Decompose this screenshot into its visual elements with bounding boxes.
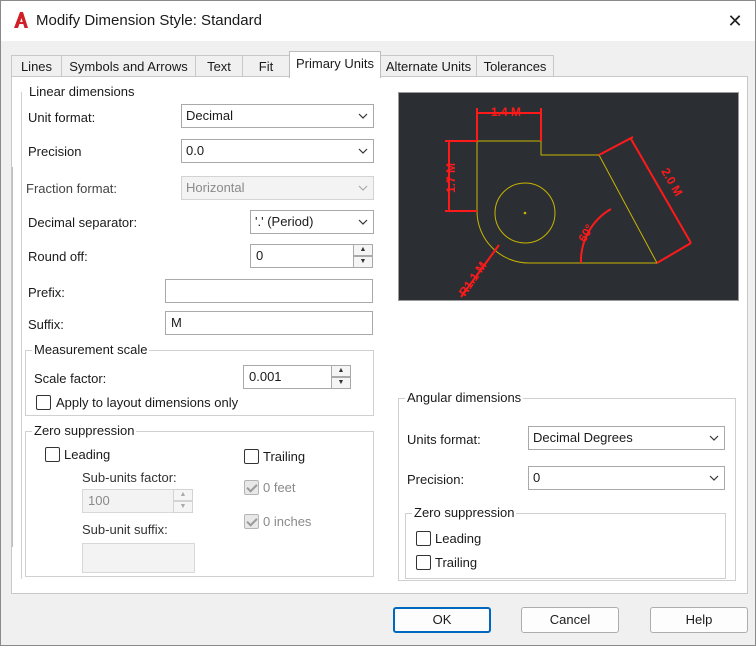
close-button[interactable]: ✕: [717, 7, 753, 35]
preview-dim-radius: R1.1 M: [456, 259, 490, 299]
tab-fit[interactable]: Fit: [242, 55, 290, 77]
trailing-checkbox[interactable]: [244, 449, 259, 464]
dimension-preview: 1.4 M 1.7 M 2.0 M 60° R1.1 M: [398, 92, 739, 301]
leading-label: Leading: [64, 447, 111, 462]
apply-layout-checkbox[interactable]: [36, 395, 51, 410]
leading-checkbox[interactable]: [45, 447, 60, 462]
angular-trailing-checkbox[interactable]: [416, 555, 431, 570]
angular-leading-checkbox[interactable]: [416, 531, 431, 546]
zero-suppression-angular-title: Zero suppression: [412, 505, 517, 520]
spin-up-icon: ▲: [173, 489, 193, 501]
suffix-label: Suffix:: [28, 317, 64, 332]
subunits-factor-input: 100: [82, 489, 174, 513]
trailing-label: Trailing: [263, 449, 306, 464]
spin-up-icon[interactable]: ▲: [353, 244, 373, 256]
chevron-down-icon: [358, 185, 368, 191]
measurement-scale-title: Measurement scale: [32, 342, 150, 357]
decimal-separator-value: '.' (Period): [255, 214, 314, 229]
zero-inches-checkbox: [244, 514, 259, 529]
round-off-spinner[interactable]: ▲ ▼: [353, 244, 373, 268]
precision-value: 0.0: [186, 143, 205, 158]
unit-format-label: Unit format:: [28, 110, 96, 125]
tab-text[interactable]: Text: [195, 55, 243, 77]
chevron-down-icon: [358, 219, 368, 225]
precision-select[interactable]: 0.0: [181, 139, 374, 163]
help-button[interactable]: Help: [650, 607, 748, 633]
unit-format-select[interactable]: Decimal: [181, 104, 374, 128]
fraction-format-label: Fraction format:: [26, 181, 118, 196]
zero-suppression-linear-title: Zero suppression: [32, 423, 137, 438]
autocad-logo-icon: [14, 12, 28, 28]
linear-dimensions-title: Linear dimensions: [27, 84, 137, 99]
zero-feet-label: 0 feet: [263, 480, 296, 495]
angular-precision-select[interactable]: 0: [528, 466, 725, 490]
chevron-down-icon: [709, 435, 719, 441]
suffix-input[interactable]: M: [165, 311, 373, 335]
window-title: Modify Dimension Style: Standard: [36, 12, 262, 29]
angular-leading-label: Leading: [435, 531, 482, 546]
round-off-label: Round off:: [28, 249, 88, 264]
chevron-down-icon: [358, 148, 368, 154]
panel-left-edge: [12, 167, 15, 547]
suffix-value: M: [171, 315, 182, 330]
cancel-button[interactable]: Cancel: [521, 607, 619, 633]
scale-factor-label: Scale factor:: [34, 371, 107, 386]
fraction-format-value: Horizontal: [186, 180, 245, 195]
apply-layout-label: Apply to layout dimensions only: [56, 395, 239, 410]
scale-factor-value: 0.001: [249, 369, 282, 384]
angular-units-format-value: Decimal Degrees: [533, 430, 633, 445]
preview-dim-top: 1.4 M: [491, 105, 521, 119]
zero-inches-label: 0 inches: [263, 514, 312, 529]
subunits-factor-value: 100: [88, 493, 110, 508]
preview-dim-left: 1.7 M: [444, 163, 458, 193]
spin-down-icon: ▼: [173, 501, 193, 513]
chevron-down-icon: [709, 475, 719, 481]
unit-format-value: Decimal: [186, 108, 233, 123]
tab-tolerances[interactable]: Tolerances: [476, 55, 554, 77]
preview-labels: 1.4 M 1.7 M 2.0 M 60° R1.1 M: [444, 105, 686, 299]
dialog-window: Modify Dimension Style: Standard ✕ Lines…: [0, 0, 756, 646]
round-off-value: 0: [256, 248, 264, 263]
fraction-format-select: Horizontal: [181, 176, 374, 200]
tab-primary-units[interactable]: Primary Units: [289, 51, 381, 78]
angular-units-format-select[interactable]: Decimal Degrees: [528, 426, 725, 450]
spin-up-icon[interactable]: ▲: [331, 365, 351, 377]
prefix-label: Prefix:: [28, 285, 65, 300]
tab-panel: Linear dimensions Unit format: Decimal P…: [11, 76, 748, 594]
angular-units-format-label: Units format:: [407, 432, 481, 447]
precision-label: Precision: [28, 144, 82, 159]
subunit-suffix-label: Sub-unit suffix:: [82, 522, 168, 537]
spin-down-icon[interactable]: ▼: [331, 377, 351, 389]
spin-down-icon[interactable]: ▼: [353, 256, 373, 268]
scale-factor-input[interactable]: 0.001: [243, 365, 332, 389]
prefix-input[interactable]: [165, 279, 373, 303]
angular-precision-label: Precision:: [407, 472, 465, 487]
decimal-separator-select[interactable]: '.' (Period): [250, 210, 374, 234]
subunits-factor-spinner: ▲ ▼: [173, 489, 193, 513]
tab-alternate-units[interactable]: Alternate Units: [380, 55, 477, 77]
preview-drawing: 1.4 M 1.7 M 2.0 M 60° R1.1 M: [444, 105, 692, 299]
tab-symbols-and-arrows[interactable]: Symbols and Arrows: [61, 55, 196, 77]
zero-feet-checkbox: [244, 480, 259, 495]
scale-factor-spinner[interactable]: ▲ ▼: [331, 365, 351, 389]
ok-button[interactable]: OK: [393, 607, 491, 633]
linear-group-border: [21, 92, 22, 579]
chevron-down-icon: [358, 113, 368, 119]
tab-lines[interactable]: Lines: [11, 55, 62, 77]
angular-dimensions-title: Angular dimensions: [405, 390, 524, 405]
close-icon: ✕: [727, 11, 743, 31]
round-off-input[interactable]: 0: [250, 244, 354, 268]
title-bar: Modify Dimension Style: Standard ✕: [1, 1, 755, 41]
subunits-factor-label: Sub-units factor:: [82, 470, 177, 485]
preview-geometry: [476, 140, 658, 264]
decimal-separator-label: Decimal separator:: [28, 215, 138, 230]
angular-trailing-label: Trailing: [435, 555, 478, 570]
subunit-suffix-input: [82, 543, 195, 573]
angular-precision-value: 0: [533, 470, 541, 485]
